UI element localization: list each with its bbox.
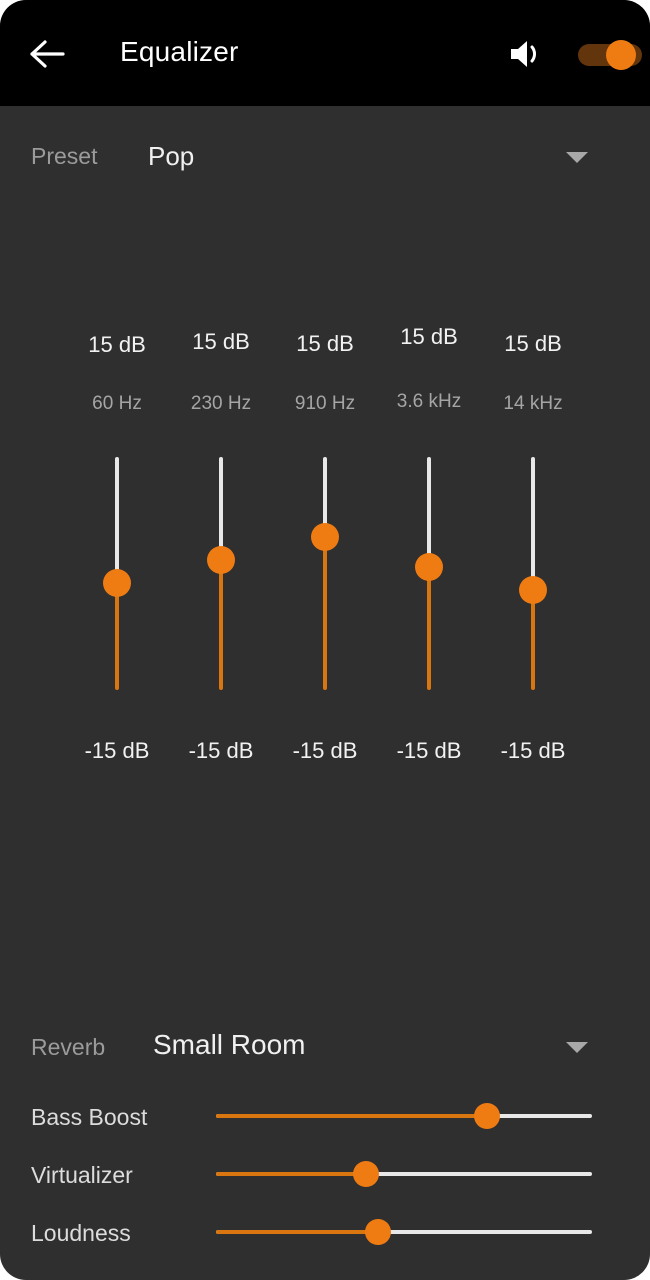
band-min-label: -15 dB [84, 738, 150, 763]
band-track-active [531, 590, 535, 690]
band-track-inactive [115, 457, 119, 583]
reverb-dropdown[interactable]: Reverb Small Room [0, 1018, 650, 1076]
band-min-label: -15 dB [188, 738, 254, 763]
band-slider[interactable] [515, 457, 551, 690]
band-min-label: -15 dB [500, 738, 566, 763]
band-frequency-label: 230 Hz [190, 393, 252, 414]
band-frequency-label: 60 Hz [92, 393, 142, 414]
volume-button[interactable] [506, 37, 546, 71]
band-track-active [219, 560, 223, 690]
effect-label: Loudness [31, 1220, 131, 1246]
band-slider[interactable] [99, 457, 135, 690]
band-min-label: -15 dB [396, 738, 462, 763]
band-track-active [115, 583, 119, 690]
effect-slider-thumb[interactable] [473, 1103, 500, 1129]
chevron-down-icon [566, 152, 588, 163]
band-track-active [427, 567, 431, 690]
band-slider-thumb[interactable] [311, 523, 339, 551]
reverb-label: Reverb [31, 1034, 106, 1060]
effect-row: Virtualizer [0, 1146, 650, 1204]
band-track-inactive [427, 457, 431, 567]
app-bar: Equalizer [0, 0, 650, 106]
band-frequency-label: 3.6 kHz [396, 391, 462, 412]
band-max-label: 15 dB [296, 331, 354, 356]
band-track-active [323, 537, 327, 690]
effect-label: Virtualizer [31, 1162, 133, 1188]
phone-screen: Equalizer Preset Pop 15 dB 60 Hz -15 dB 15 … [0, 0, 650, 1280]
effect-row: Bass Boost [0, 1088, 650, 1146]
reverb-value: Small Room [153, 1029, 306, 1060]
effect-slider-thumb[interactable] [353, 1161, 380, 1187]
effect-slider[interactable] [216, 1218, 592, 1246]
band-max-label: 15 dB [504, 331, 562, 356]
band-slider-thumb[interactable] [415, 553, 443, 581]
band-max-label: 15 dB [400, 324, 458, 349]
band-slider[interactable] [307, 457, 343, 690]
preset-dropdown[interactable]: Preset Pop [0, 130, 650, 186]
toggle-thumb [606, 40, 636, 70]
effect-track-active [216, 1230, 378, 1234]
band-slider-thumb[interactable] [103, 569, 131, 597]
effect-slider[interactable] [216, 1160, 592, 1188]
effect-row: Loudness [0, 1204, 650, 1262]
band-slider-thumb[interactable] [207, 546, 235, 574]
effect-track-active [216, 1114, 487, 1118]
band-frequency-label: 910 Hz [294, 393, 356, 414]
back-button[interactable] [26, 33, 68, 75]
band-max-label: 15 dB [192, 329, 250, 354]
effect-track-active [216, 1172, 367, 1176]
band-frequency-label: 14 kHz [503, 393, 563, 414]
preset-label: Preset [31, 143, 98, 169]
band-slider-thumb[interactable] [519, 576, 547, 604]
arrow-left-icon [30, 40, 65, 68]
effect-slider-thumb[interactable] [364, 1219, 391, 1245]
effect-slider[interactable] [216, 1102, 592, 1130]
band-max-label: 15 dB [88, 332, 146, 357]
page-title: Equalizer [120, 36, 239, 67]
band-track-inactive [219, 457, 223, 560]
volume-up-icon [511, 41, 537, 67]
effect-label: Bass Boost [31, 1104, 148, 1130]
chevron-down-icon [566, 1042, 588, 1053]
band-track-inactive [531, 457, 535, 590]
band-min-label: -15 dB [292, 738, 358, 763]
band-slider[interactable] [411, 457, 447, 690]
master-power-toggle[interactable] [578, 40, 650, 70]
preset-value: Pop [148, 141, 195, 171]
band-slider[interactable] [203, 457, 239, 690]
